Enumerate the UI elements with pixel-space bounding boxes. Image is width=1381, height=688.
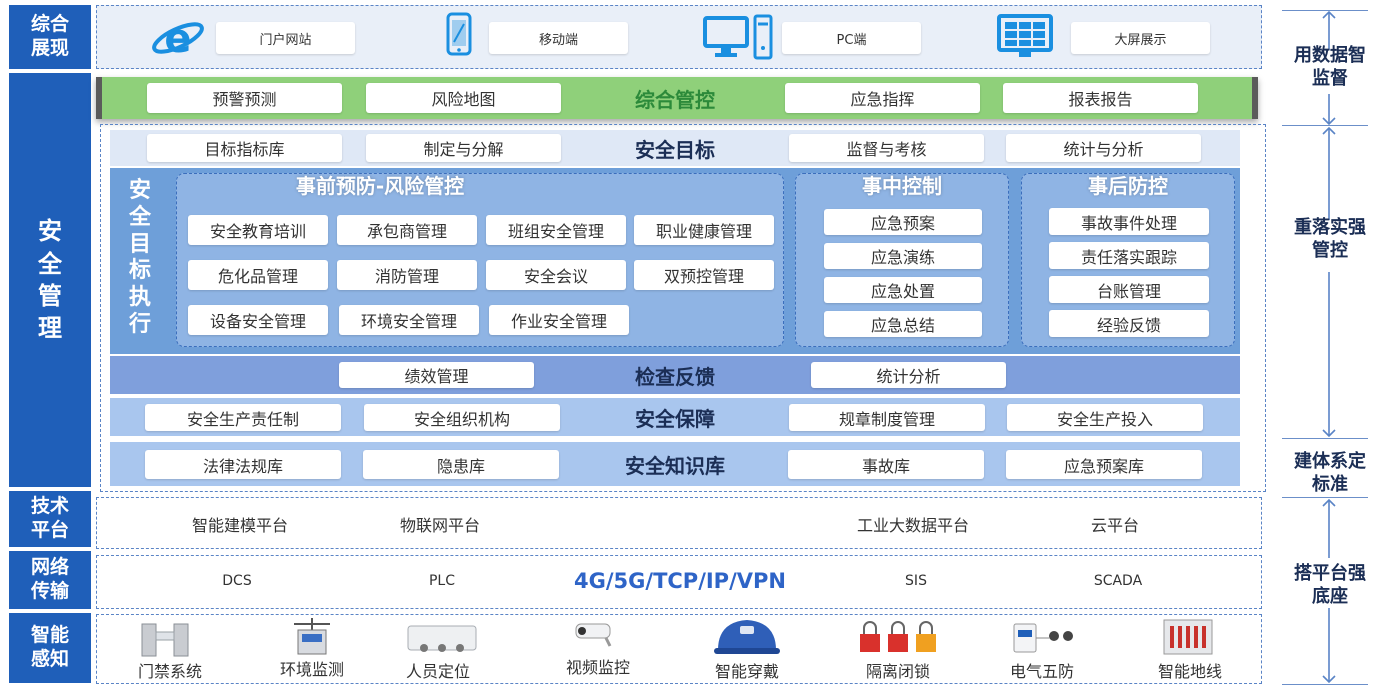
network-item: DCS [222, 573, 252, 589]
label-display: 综合展现 [9, 5, 91, 69]
execution-label: 安全目标执行 [128, 178, 151, 338]
inspection-title: 检查反馈 [635, 364, 715, 389]
tech-item: 工业大数据平台 [856, 516, 969, 535]
goal-item-index-library[interactable]: 目标指标库 [147, 134, 342, 162]
network-protocols: 4G/5G/TCP/IP/VPN [574, 569, 786, 593]
tech-item: 物联网平台 [399, 516, 480, 535]
after-title: 事后防控 [1088, 174, 1168, 198]
prevention-item[interactable]: 消防管理 [337, 260, 477, 290]
guarantee-item[interactable]: 安全生产责任制 [145, 404, 341, 431]
sensing-item-label: 智能穿戴 [714, 662, 779, 681]
label-tech-platform: 技术平台 [9, 491, 91, 547]
video-camera-icon [568, 618, 618, 648]
network-item: SIS [905, 573, 927, 589]
knowledge-item[interactable]: 隐患库 [363, 450, 559, 479]
right-slogan-system-standard: 建体系定标准 [1294, 451, 1366, 496]
knowledge-item[interactable]: 应急预案库 [1006, 450, 1202, 479]
prevention-item[interactable]: 安全教育培训 [188, 215, 328, 245]
label-sensing: 智能感知 [9, 613, 91, 683]
prevention-item[interactable]: 设备安全管理 [188, 305, 328, 335]
sensing-item-label: 人员定位 [405, 662, 470, 681]
prevention-title: 事前预防-风险管控 [295, 174, 465, 198]
goal-item-statistics[interactable]: 统计与分析 [1006, 134, 1201, 162]
after-item[interactable]: 责任落实跟踪 [1049, 242, 1209, 269]
sensing-item-label: 电气五防 [1009, 662, 1074, 681]
access-gate-icon [140, 618, 190, 658]
prevention-item[interactable]: 环境安全管理 [339, 305, 479, 335]
overall-item-warning[interactable]: 预警预测 [147, 83, 342, 113]
prevention-item[interactable]: 双预控管理 [634, 260, 774, 290]
display-item-mobile[interactable]: 移动端 [489, 22, 628, 54]
prevention-item[interactable]: 作业安全管理 [489, 305, 629, 335]
during-title: 事中控制 [862, 174, 942, 198]
inspection-item-performance[interactable]: 绩效管理 [339, 362, 534, 388]
right-slogan-strong-control: 重落实强管控 [1294, 217, 1366, 262]
knowledge-item[interactable]: 事故库 [788, 450, 984, 479]
goal-item-supervision[interactable]: 监督与考核 [789, 134, 984, 162]
mobile-phone-icon [444, 12, 474, 56]
during-item[interactable]: 应急演练 [824, 243, 982, 269]
network-item: SCADA [1093, 573, 1143, 589]
label-network: 网络传输 [9, 551, 91, 609]
svg-text:e: e [164, 16, 191, 62]
sensing-item-label: 智能地线 [1157, 662, 1222, 681]
display-item-portal[interactable]: 门户网站 [216, 22, 355, 54]
sensing-item-label: 视频监控 [565, 658, 630, 677]
sensing-item-label: 隔离闭锁 [865, 662, 930, 681]
guarantee-title: 安全保障 [635, 407, 715, 431]
during-item[interactable]: 应急处置 [824, 277, 982, 303]
smart-helmet-icon [712, 616, 782, 656]
tech-item: 智能建模平台 [191, 516, 288, 535]
ie-browser-icon: e [150, 14, 206, 62]
during-item[interactable]: 应急总结 [824, 311, 982, 337]
guarantee-item[interactable]: 规章制度管理 [789, 404, 985, 431]
guarantee-item[interactable]: 安全组织机构 [364, 404, 560, 431]
display-item-big-screen[interactable]: 大屏展示 [1071, 22, 1210, 54]
display-item-pc[interactable]: PC端 [782, 22, 921, 54]
prevention-item[interactable]: 班组安全管理 [486, 215, 626, 245]
prevention-item[interactable]: 危化品管理 [188, 260, 328, 290]
sensing-item-label: 环境监测 [279, 660, 344, 679]
during-item[interactable]: 应急预案 [824, 209, 982, 235]
prevention-item[interactable]: 安全会议 [486, 260, 626, 290]
overall-item-report[interactable]: 报表报告 [1003, 83, 1198, 113]
prevention-item[interactable]: 职业健康管理 [634, 215, 774, 245]
goal-item-formulation[interactable]: 制定与分解 [366, 134, 561, 162]
pc-computer-icon [703, 14, 773, 60]
after-item[interactable]: 台账管理 [1049, 276, 1209, 303]
tech-item: 云平台 [1090, 516, 1139, 535]
right-slogan-data-supervision: 用数据智监督 [1294, 45, 1366, 90]
right-slogan-platform-base: 搭平台强底座 [1294, 563, 1366, 608]
label-safety-management: 安全管理 [9, 73, 91, 487]
environment-monitor-icon [288, 616, 336, 660]
knowledge-item[interactable]: 法律法规库 [145, 450, 341, 479]
overall-control-title: 综合管控 [635, 87, 715, 112]
sensing-item-label: 门禁系统 [137, 662, 202, 681]
network-item: PLC [428, 573, 456, 589]
safety-goal-title: 安全目标 [635, 137, 715, 162]
after-item[interactable]: 经验反馈 [1049, 310, 1209, 337]
isolation-lock-icon [856, 620, 940, 654]
electrical-interlock-icon [1010, 620, 1080, 654]
smart-ground-wire-icon [1162, 618, 1214, 656]
knowledge-title: 安全知识库 [625, 454, 725, 478]
overall-item-emergency-command[interactable]: 应急指挥 [785, 83, 980, 113]
inspection-item-statistics[interactable]: 统计分析 [811, 362, 1006, 388]
overall-item-risk-map[interactable]: 风险地图 [366, 83, 561, 113]
personnel-locator-icon [404, 620, 480, 654]
big-screen-icon [997, 14, 1053, 58]
prevention-item[interactable]: 承包商管理 [337, 215, 477, 245]
after-item[interactable]: 事故事件处理 [1049, 208, 1209, 235]
guarantee-item[interactable]: 安全生产投入 [1007, 404, 1203, 431]
